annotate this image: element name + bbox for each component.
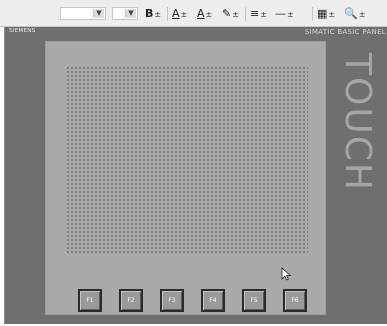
chevron-down-icon[interactable]: ▼ (93, 9, 104, 18)
font-name-select[interactable]: ▼ (60, 7, 106, 20)
hmi-panel: SIEMENS SIMATIC BASIC PANEL TOUCH F1 F2 … (4, 27, 387, 324)
chevron-down-icon[interactable]: ▼ (125, 9, 136, 18)
bold-icon: B (145, 7, 154, 20)
dropdown-arrow-icon: ± (205, 10, 213, 19)
line-style-icon: — (275, 7, 286, 20)
function-key-f6[interactable]: F6 (283, 289, 307, 312)
align-button[interactable]: ≡± (250, 7, 267, 21)
toolbar-separator (167, 7, 168, 21)
dropdown-arrow-icon: ± (328, 10, 336, 19)
dropdown-arrow-icon: ± (287, 10, 294, 19)
bold-button[interactable]: B± (145, 7, 161, 21)
function-key-f2[interactable]: F2 (119, 289, 143, 312)
zoom-icon: 🔍 (344, 7, 358, 20)
align-icon: ≡ (250, 7, 260, 20)
line-style-button[interactable]: —± (275, 7, 294, 21)
function-key-f3[interactable]: F3 (160, 289, 184, 312)
pattern-icon: ▦ (317, 7, 328, 20)
toolbar-separator (312, 7, 313, 21)
zoom-button[interactable]: 🔍± (344, 7, 365, 21)
text-color-icon: A (172, 7, 180, 20)
function-key-f4[interactable]: F4 (201, 289, 225, 312)
screen-grid[interactable] (66, 66, 308, 254)
text-color-button[interactable]: A± (172, 7, 187, 21)
mouse-cursor-icon (281, 267, 292, 281)
function-key-f1[interactable]: F1 (78, 289, 102, 312)
dropdown-arrow-icon: ± (358, 10, 366, 19)
format-toolbar: ▼ ▼ B± A± A± ✎± ≡± —± ▦± 🔍± (0, 0, 387, 27)
function-keys: F1 F2 F3 F4 F5 F6 (78, 289, 318, 315)
toolbar-separator (245, 7, 246, 21)
touch-label: TOUCH (327, 47, 387, 197)
fill-color-icon: A (197, 7, 205, 20)
dropdown-arrow-icon: ± (260, 10, 267, 19)
model-label: SIMATIC BASIC PANEL (304, 28, 386, 36)
fill-color-button[interactable]: A± (197, 7, 212, 21)
touch-text: TOUCH (336, 52, 378, 192)
dropdown-arrow-icon: ± (154, 10, 162, 19)
dropdown-arrow-icon: ± (180, 10, 188, 19)
brand-label: SIEMENS (9, 28, 36, 34)
dropdown-arrow-icon: ± (232, 10, 239, 19)
function-key-f5[interactable]: F5 (242, 289, 266, 312)
line-color-button[interactable]: ✎± (222, 7, 239, 21)
pattern-button[interactable]: ▦± (317, 7, 335, 21)
pencil-icon: ✎ (222, 7, 232, 20)
font-size-select[interactable]: ▼ (112, 7, 138, 20)
